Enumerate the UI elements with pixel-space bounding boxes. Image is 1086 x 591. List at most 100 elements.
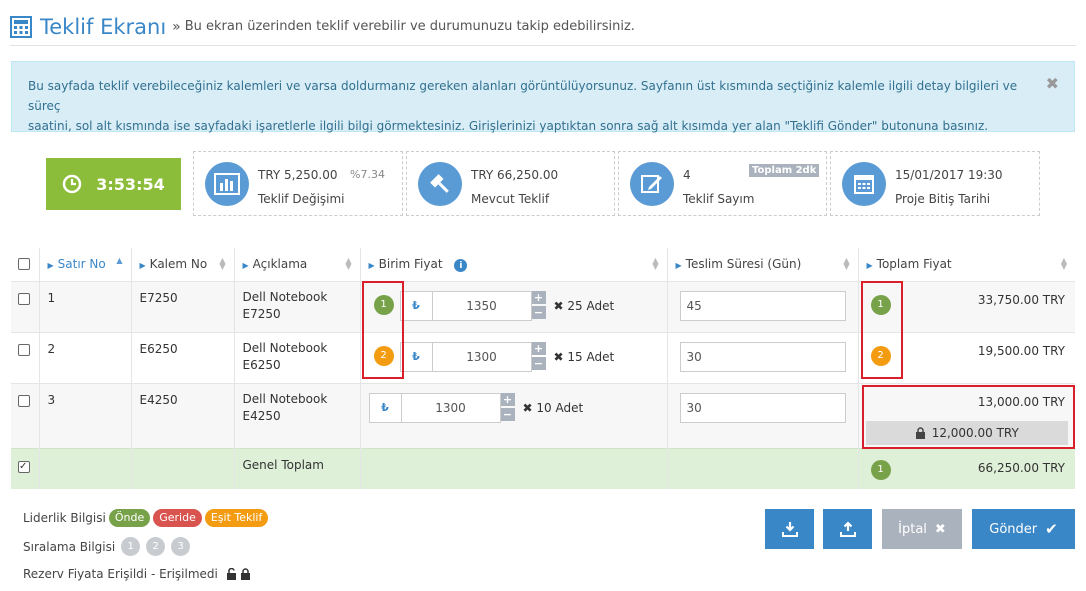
unit-price-cell: 1 ₺ 1350 + − ✖ 25 Adet: [360, 280, 668, 332]
rank-2-badge: 2: [146, 537, 166, 556]
leadership-label: Liderlik Bilgisi: [23, 511, 106, 525]
download-icon: [781, 522, 798, 537]
grand-total-row: Genel Toplam 1 66,250.00 TRY: [11, 447, 1075, 489]
caret-right-icon: ▶: [47, 261, 54, 271]
sort-icon: ▲ ▼: [843, 256, 850, 271]
bid-change-label: Teklif Değişimi: [258, 192, 345, 206]
sort-icon: ▲ ▼: [1060, 256, 1067, 271]
close-icon[interactable]: ✖: [1046, 76, 1059, 92]
timer-value: 3:53:54: [96, 174, 165, 194]
total-checkbox[interactable]: [18, 460, 30, 473]
price-input-group: ₺ 1350 + − ✖ 25 Adet: [399, 290, 614, 321]
stat-bid-count: 4 Toplam 2dk Teklif Sayım: [618, 151, 827, 216]
info-icon[interactable]: i: [454, 259, 468, 272]
table-row: 1 E7250 Dell Notebook E7250 1 ₺ 1350 + − ✖…: [11, 280, 1075, 332]
project-end-value: 15/01/2017 19:30: [895, 168, 1003, 182]
unit-price-input[interactable]: 1300: [431, 341, 532, 372]
row-checkbox[interactable]: [18, 292, 30, 305]
price-stepper[interactable]: + −: [531, 290, 546, 321]
reserve-label: Rezerv Fiyata Erişildi - Erişilmedi: [23, 567, 218, 581]
item-description: Dell Notebook E6250: [234, 331, 361, 383]
grand-total-price: 66,250.00 TRY: [977, 460, 1065, 475]
upload-icon: [839, 521, 856, 537]
page-subtitle: Bu ekran üzerinden teklif verebilir ve d…: [184, 19, 635, 34]
edit-icon: [630, 162, 674, 206]
alert-text-line-1: Bu sayfada teklif verebileceğiniz kaleml…: [28, 79, 1018, 113]
bid-count-value: 4: [683, 168, 691, 182]
col-header-description[interactable]: ▶ Açıklama ▲ ▼: [234, 248, 361, 281]
page-title: Teklif Ekranı: [40, 14, 167, 39]
select-all-checkbox[interactable]: [18, 257, 30, 270]
delivery-days-input[interactable]: 30: [679, 392, 846, 423]
col-header-item-no[interactable]: ▶ Kalem No ▲ ▼: [131, 248, 235, 281]
close-icon: ✖: [934, 521, 946, 537]
col-header-total[interactable]: ▶ Toplam Fiyat ▲ ▼: [858, 248, 1075, 281]
countdown-timer: 3:53:54: [46, 158, 181, 210]
col-header-delivery[interactable]: ▶ Teslim Süresi (Gün) ▲ ▼: [667, 248, 859, 281]
current-bid-label: Mevcut Teklif: [471, 192, 550, 206]
quantity-label: ✖ 10 Adet: [522, 400, 584, 415]
price-stepper[interactable]: + −: [531, 341, 546, 372]
plus-icon[interactable]: +: [531, 290, 546, 304]
total-time-badge: Toplam 2dk: [749, 164, 820, 177]
item-description: Dell Notebook E7250: [234, 280, 361, 332]
col-header-row-no[interactable]: ▶ Satır No ▲: [39, 248, 132, 281]
page-header: Teklif Ekranı » Bu ekran üzerinden tekli…: [10, 8, 1076, 46]
delivery-days-input[interactable]: 30: [679, 341, 846, 372]
ranking-legend: Sıralama Bilgisi 1 2 3: [23, 537, 191, 556]
behind-badge: Geride: [153, 509, 202, 527]
minus-icon[interactable]: −: [531, 305, 546, 319]
caret-right-icon: ▶: [139, 261, 146, 271]
col-header-unit-price[interactable]: ▶ Birim Fiyat i ▲ ▼: [360, 248, 668, 281]
cancel-button[interactable]: İptal ✖: [882, 509, 962, 549]
send-button[interactable]: Gönder ✔: [972, 509, 1075, 549]
ranking-label: Sıralama Bilgisi: [23, 539, 116, 554]
lock-icon: [915, 426, 925, 439]
unit-price-cell: ₺ 1300 + − ✖ 10 Adet: [360, 382, 668, 448]
ahead-badge: Önde: [108, 509, 151, 527]
table-row: 3 E4250 Dell Notebook E4250 ₺ 1300 + − ✖ 1…: [11, 382, 1075, 448]
check-icon: ✔: [1045, 520, 1058, 538]
price-input-group: ₺ 1300 + − ✖ 10 Adet: [368, 392, 584, 423]
upload-button[interactable]: [823, 509, 872, 549]
gavel-icon: [418, 162, 462, 206]
row-checkbox[interactable]: [18, 343, 30, 356]
delivery-cell: 30: [667, 382, 859, 448]
caret-right-icon: ▶: [675, 261, 682, 271]
alert-text-line-2: saatini, sol alt kısmında ise sayfadaki …: [28, 119, 989, 133]
minus-icon[interactable]: −: [500, 407, 515, 421]
rank-3-badge: 3: [171, 537, 191, 556]
title-separator: »: [172, 18, 181, 35]
sort-icon: ▲ ▼: [652, 256, 659, 271]
unlock-icon: [226, 568, 236, 580]
delivery-days-input[interactable]: 45: [679, 290, 846, 321]
download-button[interactable]: [765, 509, 814, 549]
unit-price-cell: 2 ₺ 1300 + − ✖ 15 Adet: [360, 331, 668, 383]
rank-badge: 2: [373, 345, 394, 366]
current-bid-value: TRY 66,250.00: [471, 168, 559, 182]
sort-icon: ▲ ▼: [219, 256, 226, 271]
price-input-group: ₺ 1300 + − ✖ 15 Adet: [399, 341, 615, 372]
row-checkbox[interactable]: [18, 394, 30, 407]
grand-total-rank-badge: 1: [870, 459, 891, 480]
table-row: 2 E6250 Dell Notebook E6250 2 ₺ 1300 + − ✖…: [11, 331, 1075, 383]
reserve-price-box: 12,000.00 TRY: [865, 420, 1068, 445]
lira-icon: ₺: [399, 290, 432, 321]
unit-price-input[interactable]: 1300: [400, 392, 501, 423]
quantity-label: ✖ 15 Adet: [553, 349, 615, 364]
caret-right-icon: ▶: [866, 261, 873, 271]
lock-icon: [240, 568, 250, 580]
calculator-icon: [10, 15, 32, 38]
total-cell: 2 19,500.00 TRY: [858, 331, 1075, 383]
rank-1-badge: 1: [121, 537, 141, 556]
plus-icon[interactable]: +: [531, 341, 546, 355]
minus-icon[interactable]: −: [531, 356, 546, 370]
total-cell: 13,000.00 TRY 12,000.00 TRY: [858, 382, 1075, 448]
plus-icon[interactable]: +: [500, 392, 515, 406]
unit-price-input[interactable]: 1350: [431, 290, 532, 321]
bid-change-percent: %7.34: [350, 168, 385, 181]
grand-total-cell: 1 66,250.00 TRY: [858, 447, 1075, 489]
bar-chart-icon: [205, 162, 249, 206]
leadership-legend: Liderlik Bilgisi Önde Geride Eşit Teklif: [23, 509, 269, 527]
price-stepper[interactable]: + −: [500, 392, 515, 423]
